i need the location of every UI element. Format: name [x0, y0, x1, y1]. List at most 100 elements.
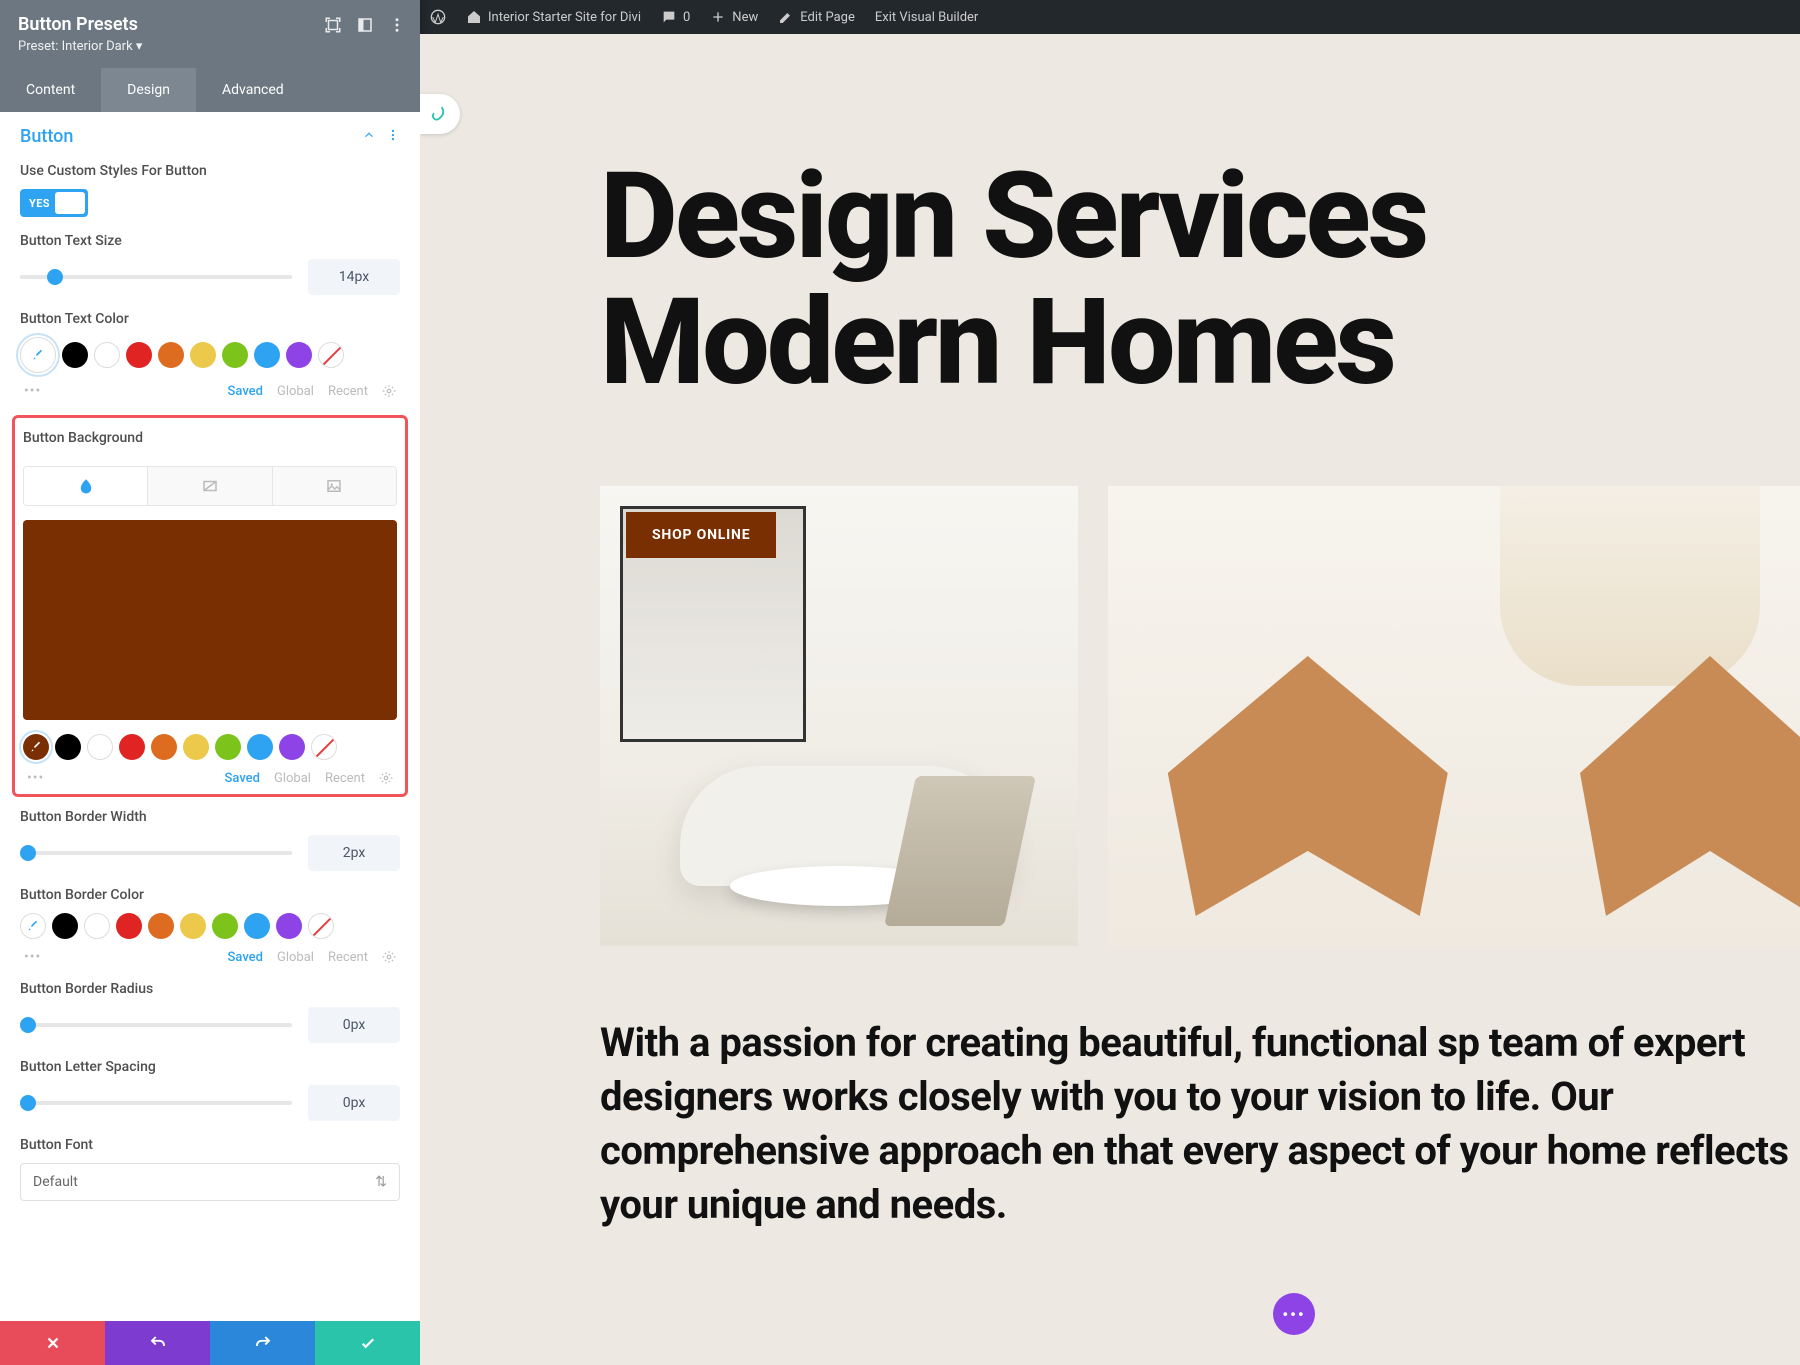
- swatch-green[interactable]: [215, 734, 241, 760]
- swatch-red[interactable]: [126, 342, 152, 368]
- bg-tab-color[interactable]: [24, 467, 148, 505]
- swatch-green[interactable]: [222, 342, 248, 368]
- border-color-label: Button Border Color: [20, 887, 400, 903]
- swatch-orange[interactable]: [148, 913, 174, 939]
- border-width-value[interactable]: 2px: [308, 835, 400, 871]
- swatch-red[interactable]: [119, 734, 145, 760]
- tab-design[interactable]: Design: [101, 68, 196, 112]
- swatch-black[interactable]: [52, 913, 78, 939]
- wp-adminbar: Interior Starter Site for Divi 0 New Edi…: [420, 0, 1800, 34]
- exit-visual-builder[interactable]: Exit Visual Builder: [875, 10, 978, 25]
- swatch-white[interactable]: [87, 734, 113, 760]
- border-radius-slider[interactable]: [20, 1023, 292, 1027]
- save-button[interactable]: [315, 1321, 420, 1365]
- hero-paragraph: With a passion for creating beautiful, f…: [600, 1016, 1800, 1232]
- border-radius-label: Button Border Radius: [20, 981, 400, 997]
- more-dots-icon[interactable]: •••: [24, 383, 41, 399]
- swatch-black[interactable]: [55, 734, 81, 760]
- text-size-value[interactable]: 14px: [308, 259, 400, 295]
- site-name[interactable]: Interior Starter Site for Divi: [466, 9, 641, 25]
- cancel-button[interactable]: [0, 1321, 105, 1365]
- swatch-purple[interactable]: [276, 913, 302, 939]
- swatch-none[interactable]: [318, 342, 344, 368]
- chevron-up-icon[interactable]: [362, 127, 376, 146]
- gear-icon[interactable]: [382, 384, 396, 398]
- swatch-green[interactable]: [212, 913, 238, 939]
- swatch-orange[interactable]: [151, 734, 177, 760]
- toggle-handle: [55, 192, 85, 214]
- wp-logo-icon[interactable]: [430, 9, 446, 25]
- letter-spacing-slider[interactable]: [20, 1101, 292, 1105]
- section-header-button[interactable]: Button: [0, 112, 420, 157]
- swatch-yellow[interactable]: [180, 913, 206, 939]
- more-dots-icon[interactable]: •••: [24, 949, 41, 965]
- swatch-none[interactable]: [311, 734, 337, 760]
- more-dots-icon[interactable]: •••: [27, 770, 44, 786]
- new-label: New: [732, 10, 758, 25]
- edit-page-link[interactable]: Edit Page: [778, 9, 855, 25]
- border-radius-value[interactable]: 0px: [308, 1007, 400, 1043]
- text-size-label: Button Text Size: [20, 233, 400, 249]
- swatch-white[interactable]: [84, 913, 110, 939]
- swatch-yellow[interactable]: [183, 734, 209, 760]
- gear-icon[interactable]: [379, 771, 393, 785]
- border-width-slider[interactable]: [20, 851, 292, 855]
- text-size-slider[interactable]: [20, 275, 292, 279]
- hero-title: Design Services Modern Homes: [600, 154, 1800, 406]
- swatch-blue[interactable]: [244, 913, 270, 939]
- bg-swatch-selected[interactable]: [23, 734, 49, 760]
- swatch-yellow[interactable]: [190, 342, 216, 368]
- swatch-orange[interactable]: [158, 342, 184, 368]
- tab-advanced[interactable]: Advanced: [196, 68, 310, 112]
- subtab-global[interactable]: Global: [274, 771, 311, 786]
- snap-icon[interactable]: [324, 16, 342, 38]
- swatch-black[interactable]: [62, 342, 88, 368]
- builder-toggle-tab[interactable]: [420, 94, 460, 134]
- subtab-global[interactable]: Global: [277, 950, 314, 965]
- bg-tab-image[interactable]: [273, 467, 396, 505]
- redo-button[interactable]: [210, 1321, 315, 1365]
- more-icon: •••: [1282, 1305, 1305, 1324]
- subtab-recent[interactable]: Recent: [328, 950, 368, 965]
- subtab-saved[interactable]: Saved: [228, 950, 263, 965]
- tab-content[interactable]: Content: [0, 68, 101, 112]
- eyedropper-icon[interactable]: [20, 337, 56, 373]
- preset-label[interactable]: Preset: Interior Dark ▾: [18, 39, 402, 54]
- swatch-purple[interactable]: [286, 342, 312, 368]
- swatch-blue[interactable]: [254, 342, 280, 368]
- panel-tabs: Content Design Advanced: [0, 68, 420, 112]
- subtab-recent[interactable]: Recent: [328, 384, 368, 399]
- more-icon[interactable]: [386, 127, 400, 146]
- gear-icon[interactable]: [382, 950, 396, 964]
- eyedropper-icon[interactable]: [20, 913, 46, 939]
- swatch-none[interactable]: [308, 913, 334, 939]
- letter-spacing-label: Button Letter Spacing: [20, 1059, 400, 1075]
- font-select[interactable]: Default ⇅: [20, 1163, 400, 1201]
- new-link[interactable]: New: [710, 9, 758, 25]
- section-label: Button: [20, 126, 73, 147]
- subtab-saved[interactable]: Saved: [225, 771, 260, 786]
- letter-spacing-value[interactable]: 0px: [308, 1085, 400, 1121]
- subtab-global[interactable]: Global: [277, 384, 314, 399]
- swatch-blue[interactable]: [247, 734, 273, 760]
- panel-body[interactable]: Button Use Custom Styles For Button YES …: [0, 112, 420, 1365]
- more-icon[interactable]: [388, 16, 406, 38]
- bg-label: Button Background: [23, 426, 397, 456]
- swatch-white[interactable]: [94, 342, 120, 368]
- subtab-recent[interactable]: Recent: [325, 771, 365, 786]
- bg-color-preview[interactable]: [23, 520, 397, 720]
- subtab-saved[interactable]: Saved: [228, 384, 263, 399]
- custom-styles-toggle[interactable]: YES: [20, 189, 88, 217]
- builder-fab[interactable]: •••: [1273, 1293, 1315, 1335]
- comments-count: 0: [683, 10, 690, 25]
- swatch-red[interactable]: [116, 913, 142, 939]
- shop-online-button[interactable]: SHOP ONLINE: [626, 512, 776, 558]
- text-color-label: Button Text Color: [20, 311, 400, 327]
- hero-images: SHOP ONLINE: [600, 486, 1800, 946]
- dock-icon[interactable]: [356, 16, 374, 38]
- font-label: Button Font: [20, 1137, 400, 1153]
- swatch-purple[interactable]: [279, 734, 305, 760]
- undo-button[interactable]: [105, 1321, 210, 1365]
- comments-link[interactable]: 0: [661, 9, 690, 25]
- bg-tab-gradient[interactable]: [148, 467, 272, 505]
